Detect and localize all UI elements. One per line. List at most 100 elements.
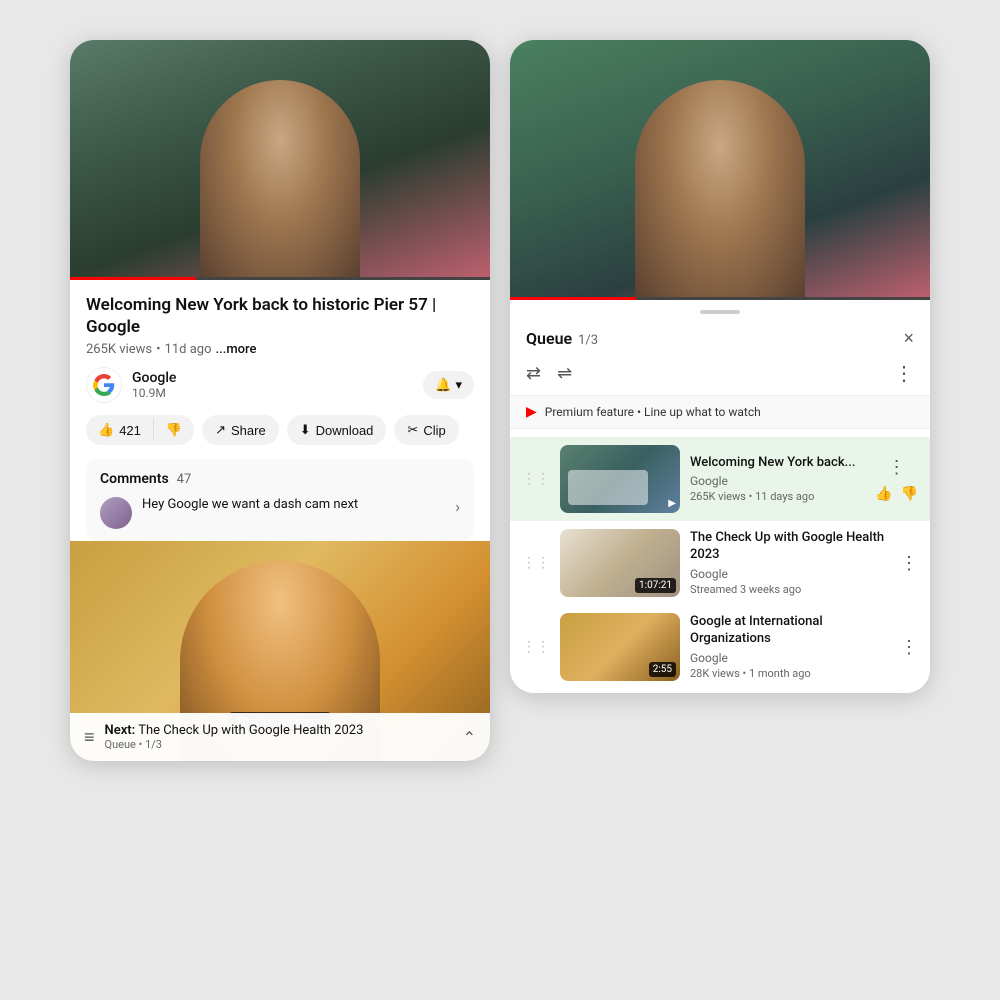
queue-header: Queue 1/3 × (510, 320, 930, 357)
clip-label: Clip (423, 423, 445, 438)
queue-item[interactable]: ⋮⋮ 2:55 Google at International Organiza… (510, 605, 930, 689)
like-button[interactable]: 👍 421 (86, 415, 153, 445)
queue-item[interactable]: ⋮⋮ 1:07:21 The Check Up with Google Heal… (510, 521, 930, 605)
bell-icon: 🔔 (435, 377, 451, 393)
queue-drag-handle[interactable] (700, 310, 740, 314)
queue-item-2-more[interactable]: ⋮ (900, 553, 918, 574)
right-phone: Queue 1/3 × ⇄ ⇌ ⋮ ▶ Premium feature • Li… (510, 40, 930, 693)
thumbs-down-icon: 👎 (166, 422, 182, 438)
next-banner-left: ≡ Next: The Check Up with Google Health … (84, 723, 363, 751)
comment-expand-icon[interactable]: › (455, 497, 460, 516)
next-expand-chevron[interactable]: ⌃ (463, 728, 476, 747)
queue-item-2-title: The Check Up with Google Health 2023 (690, 530, 890, 564)
queue-title-row: Queue 1/3 (526, 329, 598, 348)
queue-thumb-3: 2:55 (560, 613, 680, 681)
queue-more-button[interactable]: ⋮ (894, 361, 914, 385)
right-video-person (635, 80, 805, 300)
thumbs-up-icon: 👍 (98, 422, 114, 438)
queue-like-icon[interactable]: 👍 (875, 486, 892, 502)
download-icon: ⬇ (300, 422, 311, 438)
queue-item-3-meta: 28K views • 1 month ago (690, 667, 890, 680)
left-phone: Welcoming New York back to historic Pier… (70, 40, 490, 761)
next-video-info: Next: The Check Up with Google Health 20… (105, 723, 364, 751)
view-count: 265K views (86, 342, 152, 357)
more-button[interactable]: ...more (216, 342, 257, 357)
share-label: Share (231, 423, 266, 438)
queue-item-1-title: Welcoming New York back... (690, 455, 865, 472)
drag-dots-icon: ⋮⋮ (522, 639, 550, 655)
queue-close-button[interactable]: × (903, 328, 914, 349)
left-video-thumbnail[interactable] (70, 40, 490, 280)
comments-header: Comments 47 (100, 471, 460, 487)
play-icon: ▶ (668, 498, 676, 509)
video-progress-bar (70, 277, 490, 280)
like-count: 421 (119, 423, 141, 438)
notif-chevron: ▾ (455, 377, 462, 393)
queue-thumb-1: ▶ (560, 445, 680, 513)
channel-row: Google 10.9M 🔔 ▾ (86, 367, 474, 403)
comments-label: Comments (100, 471, 169, 487)
queue-item-3-more[interactable]: ⋮ (900, 637, 918, 658)
queue-controls: ⇄ ⇌ ⋮ (510, 357, 930, 395)
first-comment-row: Hey Google we want a dash cam next › (100, 497, 460, 529)
queue-item-2-info: The Check Up with Google Health 2023 Goo… (690, 530, 890, 596)
time-ago: 11d ago (165, 342, 212, 357)
channel-name[interactable]: Google (132, 370, 176, 386)
like-dislike-group: 👍 421 👎 (86, 415, 194, 445)
clip-button[interactable]: ✂ Clip (394, 415, 458, 445)
next-video-thumbnail[interactable]: That's customers. ≡ Next: The Check Up w… (70, 541, 490, 761)
share-icon: ↗ (215, 422, 226, 438)
video-person-figure (200, 80, 360, 280)
next-queue-label: Queue (105, 738, 136, 751)
right-video-thumbnail[interactable] (510, 40, 930, 300)
comments-section[interactable]: Comments 47 Hey Google we want a dash ca… (86, 459, 474, 541)
queue-item-1-info: Welcoming New York back... Google 265K v… (690, 455, 865, 504)
queue-item-3-title: Google at International Organizations (690, 614, 890, 648)
left-video-title: Welcoming New York back to historic Pier… (86, 294, 474, 338)
duration-badge: 1:07:21 (635, 578, 676, 593)
queue-ctrl-left: ⇄ ⇌ (526, 363, 572, 384)
left-video-content: Welcoming New York back to historic Pier… (70, 280, 490, 541)
channel-text: Google 10.9M (132, 370, 176, 400)
channel-subs: 10.9M (132, 386, 176, 400)
loop-button[interactable]: ⇄ (526, 363, 541, 384)
channel-logo[interactable] (86, 367, 122, 403)
drag-dots-icon: ⋮⋮ (522, 555, 550, 571)
queue-item-2-channel: Google (690, 567, 890, 581)
premium-icon: ▶ (526, 404, 537, 420)
next-queue-info: Queue • 1/3 (105, 738, 364, 751)
share-button[interactable]: ↗ Share (202, 415, 279, 445)
right-progress-bar (510, 297, 930, 300)
download-button[interactable]: ⬇ Download (287, 415, 387, 445)
notification-button[interactable]: 🔔 ▾ (423, 371, 474, 399)
dot-separator: • (156, 342, 160, 357)
next-video-banner: ≡ Next: The Check Up with Google Health … (70, 713, 490, 761)
queue-item-3-info: Google at International Organizations Go… (690, 614, 890, 680)
next-video-title: The Check Up with Google Health 2023 (138, 723, 363, 738)
queue-item-1-meta: 265K views • 11 days ago (690, 490, 865, 503)
clip-icon: ✂ (407, 422, 418, 438)
queue-item-2-meta: Streamed 3 weeks ago (690, 583, 890, 596)
drag-dots-icon: ⋮⋮ (522, 471, 550, 487)
premium-banner: ▶ Premium feature • Line up what to watc… (510, 395, 930, 429)
comment-text: Hey Google we want a dash cam next (142, 497, 445, 512)
action-row: 👍 421 👎 ↗ Share ⬇ Download (86, 415, 474, 445)
next-queue-position: 1/3 (145, 738, 162, 751)
shuffle-button[interactable]: ⇌ (557, 363, 572, 384)
premium-text: Premium feature • Line up what to watch (545, 405, 761, 419)
app-container: Welcoming New York back to historic Pier… (0, 0, 1000, 1000)
channel-info: Google 10.9M (86, 367, 176, 403)
queue-item[interactable]: ⋮⋮ ▶ Welcoming New York back... Google 2… (510, 437, 930, 521)
queue-item-1-like-row: 👍 👎 (875, 486, 918, 502)
queue-list: ⋮⋮ ▶ Welcoming New York back... Google 2… (510, 433, 930, 693)
comment-avatar (100, 497, 132, 529)
dislike-button[interactable]: 👎 (154, 415, 194, 445)
next-label: Next: (105, 723, 136, 738)
queue-dislike-icon[interactable]: 👎 (901, 486, 918, 502)
queue-thumb-2: 1:07:21 (560, 529, 680, 597)
queue-item-3-channel: Google (690, 651, 890, 665)
queue-item-1-more[interactable]: ⋮ (888, 457, 906, 478)
video-progress-filled (70, 277, 196, 280)
left-video-meta: 265K views • 11d ago ...more (86, 342, 474, 357)
download-label: Download (316, 423, 374, 438)
